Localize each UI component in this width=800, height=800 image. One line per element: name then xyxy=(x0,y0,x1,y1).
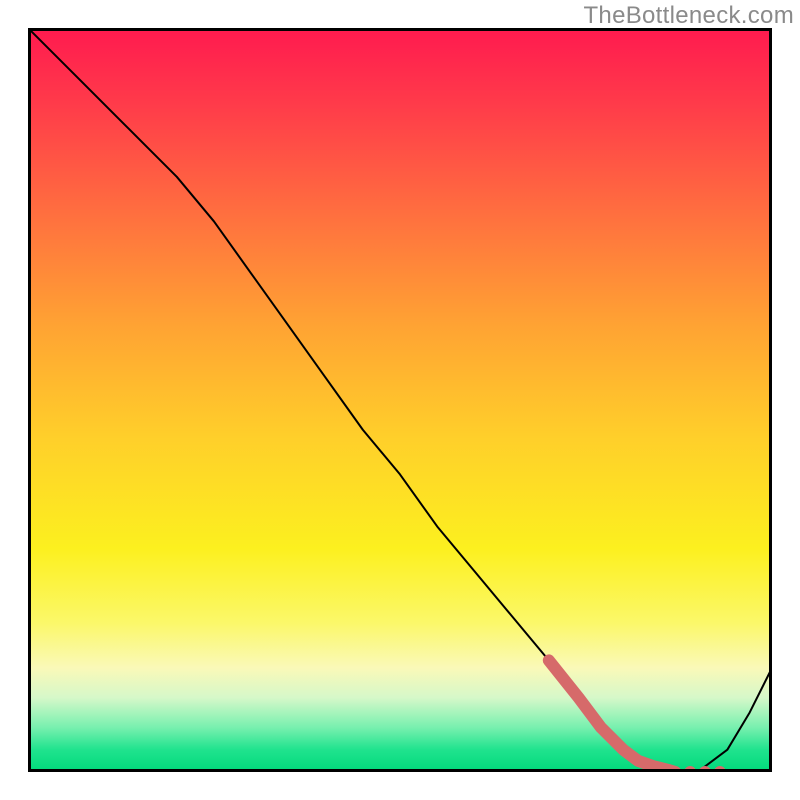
watermark-label: TheBottleneck.com xyxy=(583,2,794,30)
background-gradient xyxy=(28,28,772,772)
plot-area xyxy=(28,28,772,772)
chart-canvas: TheBottleneck.com xyxy=(0,0,800,800)
